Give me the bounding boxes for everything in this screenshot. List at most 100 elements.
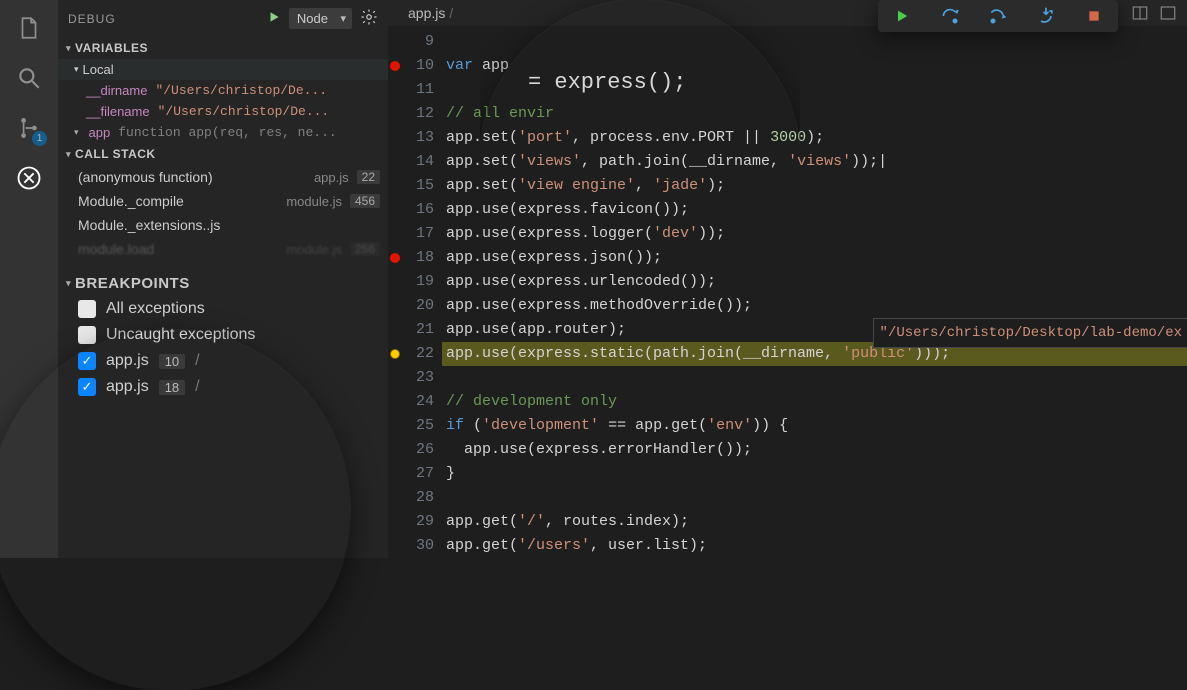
variable-name: __dirname [86, 83, 147, 98]
callstack-frame[interactable]: Module._extensions..js [58, 213, 388, 237]
line-number[interactable]: 10 [388, 54, 434, 78]
line-number[interactable]: 17 [388, 222, 434, 246]
code-line[interactable]: app.set('view engine', 'jade'); [442, 174, 1187, 198]
variables-section-header[interactable]: ▾ VARIABLES [58, 37, 388, 59]
code-line[interactable]: // development only [442, 390, 1187, 414]
frame-line: 22 [357, 170, 380, 184]
breakpoint-row[interactable]: Uncaught exceptions [58, 322, 388, 348]
code-line[interactable]: var app [442, 54, 1187, 78]
editor-actions [1131, 4, 1177, 27]
breakpoint-row[interactable]: ✓app.js10/ [58, 348, 388, 374]
line-number[interactable]: 23 [388, 366, 434, 390]
debug-icon[interactable] [13, 162, 45, 194]
debug-config-select[interactable]: Node [289, 8, 352, 29]
code-line[interactable] [442, 78, 1187, 102]
breadcrumb-separator: / [449, 5, 453, 21]
code-line[interactable]: app.use(express.logger('dev')); [442, 222, 1187, 246]
checkbox[interactable]: ✓ [78, 378, 96, 396]
line-number[interactable]: 13 [388, 126, 434, 150]
line-number[interactable]: 18 [388, 246, 434, 270]
debug-toolbar [878, 0, 1118, 32]
search-icon[interactable] [13, 62, 45, 94]
breakpoint-path-sep: / [195, 352, 199, 370]
activity-bar: 1 [0, 0, 58, 558]
line-number[interactable]: 28 [388, 486, 434, 510]
source-control-icon[interactable]: 1 [13, 112, 45, 144]
code-line[interactable]: app.set('views', path.join(__dirname, 'v… [442, 150, 1187, 174]
code-line[interactable]: app.use(express.favicon()); [442, 198, 1187, 222]
line-number[interactable]: 26 [388, 438, 434, 462]
line-number[interactable]: 9 [388, 30, 434, 54]
start-debug-button[interactable] [267, 10, 281, 27]
split-editor-icon[interactable] [1131, 4, 1149, 27]
breakpoint-dot-icon[interactable] [390, 253, 400, 263]
checkbox[interactable]: ✓ [78, 352, 96, 370]
checkbox[interactable] [78, 326, 96, 344]
callstack-section-header[interactable]: ▾ CALL STACK [58, 143, 388, 165]
line-number[interactable]: 12 [388, 102, 434, 126]
line-number[interactable]: 25 [388, 414, 434, 438]
code-line[interactable]: app.use(express.urlencoded()); [442, 270, 1187, 294]
line-number[interactable]: 20 [388, 294, 434, 318]
breakpoint-row[interactable]: All exceptions [58, 296, 388, 322]
current-line-icon [390, 349, 400, 359]
code-line[interactable]: app.get('/users', user.list); [442, 534, 1187, 558]
step-into-button[interactable] [988, 6, 1008, 26]
code-line[interactable]: app.use(express.static(path.join(__dirna… [442, 342, 1187, 366]
line-number[interactable]: 27 [388, 462, 434, 486]
line-number[interactable]: 21 [388, 318, 434, 342]
scope-label: Local [83, 62, 114, 77]
line-number[interactable]: 11 [388, 78, 434, 102]
gear-icon[interactable] [360, 8, 378, 29]
code-line[interactable] [442, 486, 1187, 510]
chevron-down-icon: ▾ [66, 43, 71, 54]
code-line[interactable] [442, 366, 1187, 390]
line-number[interactable]: 15 [388, 174, 434, 198]
variable-row[interactable]: __dirname"/Users/christop/De... [58, 80, 388, 101]
line-number[interactable]: 14 [388, 150, 434, 174]
line-number[interactable]: 16 [388, 198, 434, 222]
callstack-frame[interactable]: (anonymous function)app.js22 [58, 165, 388, 189]
line-number[interactable]: 19 [388, 270, 434, 294]
debug-sidebar: DEBUG Node ▾ ▾ VARIABLES ▾ Local __dirna… [58, 0, 388, 558]
gutter[interactable]: 9101112131415161718192021222324252627282… [388, 30, 442, 558]
variable-value: "/Users/christop/De... [158, 104, 330, 119]
stop-button[interactable] [1084, 6, 1104, 26]
continue-button[interactable] [892, 6, 912, 26]
code-editor[interactable]: 9101112131415161718192021222324252627282… [388, 26, 1187, 558]
code-line[interactable]: } [442, 462, 1187, 486]
code-line[interactable]: app.use(express.errorHandler()); [442, 438, 1187, 462]
code-line[interactable] [442, 30, 1187, 54]
code-line[interactable]: if ('development' == app.get('env')) { [442, 414, 1187, 438]
files-icon[interactable] [13, 12, 45, 44]
step-out-button[interactable] [1036, 6, 1056, 26]
line-number[interactable]: 29 [388, 510, 434, 534]
code-line[interactable]: // all envir [442, 102, 1187, 126]
variable-row[interactable]: __filename"/Users/christop/De... [58, 101, 388, 122]
variables-scope-local[interactable]: ▾ Local [58, 59, 388, 80]
line-number[interactable]: 30 [388, 534, 434, 558]
code-area[interactable]: var app // all envirapp.set('port', proc… [442, 30, 1187, 558]
debug-header: DEBUG Node ▾ [58, 0, 388, 37]
step-over-button[interactable] [940, 6, 960, 26]
callstack-frame[interactable]: module.loadmodule.js256 [58, 237, 388, 261]
more-icon[interactable] [1159, 4, 1177, 27]
code-line[interactable]: app.set('port', process.env.PORT || 3000… [442, 126, 1187, 150]
code-line[interactable]: app.get('/', routes.index); [442, 510, 1187, 534]
breakpoint-dot-icon[interactable] [390, 61, 400, 71]
breakpoint-label: All exceptions [106, 300, 205, 318]
code-line[interactable]: app.use(express.methodOverride()); [442, 294, 1187, 318]
breakpoints-section-header[interactable]: ▾ BREAKPOINTS [58, 261, 388, 296]
breakpoint-row[interactable]: ✓app.js18/ [58, 374, 388, 400]
callstack-frame[interactable]: Module._compilemodule.js456 [58, 189, 388, 213]
variable-row[interactable]: ▾appfunction app(req, res, ne... [58, 122, 388, 143]
breadcrumb-file[interactable]: app.js [408, 5, 445, 21]
checkbox[interactable] [78, 300, 96, 318]
code-line[interactable]: app.use(express.json()); [442, 246, 1187, 270]
line-number[interactable]: 24 [388, 390, 434, 414]
scm-badge: 1 [32, 131, 47, 146]
line-number[interactable]: 22 [388, 342, 434, 366]
editor: app.js / 9101112131415161718192021222324… [388, 0, 1187, 558]
frame-file: app.js [314, 170, 349, 185]
section-title: BREAKPOINTS [75, 275, 190, 292]
